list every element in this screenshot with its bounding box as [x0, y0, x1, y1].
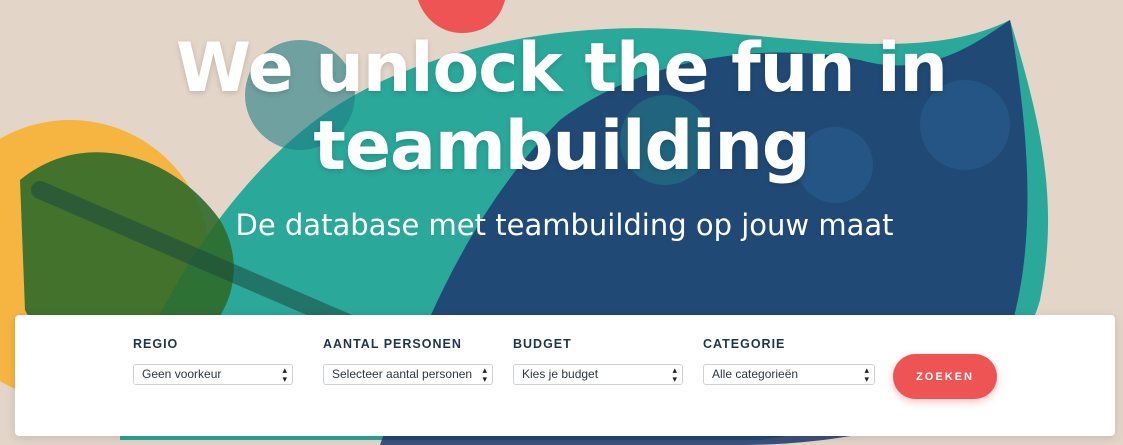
aantal-personen-select[interactable]: Selecteer aantal personen ▴ ▾: [323, 364, 493, 385]
categorie-field: CATEGORIE Alle categorieën ▴ ▾: [703, 335, 875, 385]
categorie-select[interactable]: Alle categorieën ▴ ▾: [703, 364, 875, 385]
regio-field: REGIO Geen voorkeur ▴ ▾: [133, 335, 303, 385]
aantal-personen-label: AANTAL PERSONEN: [323, 337, 462, 351]
categorie-label: CATEGORIE: [703, 337, 786, 351]
regio-select-value: Geen voorkeur: [142, 367, 222, 381]
regio-select[interactable]: Geen voorkeur ▴ ▾: [133, 364, 293, 385]
aantal-personen-field: AANTAL PERSONEN Selecteer aantal persone…: [323, 335, 493, 385]
budget-select[interactable]: Kies je budget ▴ ▾: [513, 364, 683, 385]
select-arrows-icon: ▴ ▾: [282, 364, 287, 384]
regio-label: REGIO: [133, 337, 179, 351]
zoeken-button[interactable]: ZOEKEN: [893, 354, 997, 399]
headline-line-1: We unlock the fun in: [176, 29, 948, 108]
headline-line-2: teambuilding: [313, 107, 810, 186]
hero-headline: We unlock the fun in teambuilding: [0, 30, 1123, 186]
hero-subheadline: De database met teambuilding op jouw maa…: [235, 208, 894, 242]
search-panel: REGIO Geen voorkeur ▴ ▾ AANTAL PERSONEN S…: [15, 315, 1115, 436]
select-arrows-icon: ▴ ▾: [482, 364, 487, 384]
budget-field: BUDGET Kies je budget ▴ ▾: [513, 335, 683, 385]
categorie-select-value: Alle categorieën: [712, 367, 799, 381]
budget-select-value: Kies je budget: [522, 367, 599, 381]
select-arrows-icon: ▴ ▾: [864, 364, 869, 384]
aantal-personen-select-value: Selecteer aantal personen: [332, 367, 473, 381]
select-arrows-icon: ▴ ▾: [672, 364, 677, 384]
budget-label: BUDGET: [513, 337, 572, 351]
